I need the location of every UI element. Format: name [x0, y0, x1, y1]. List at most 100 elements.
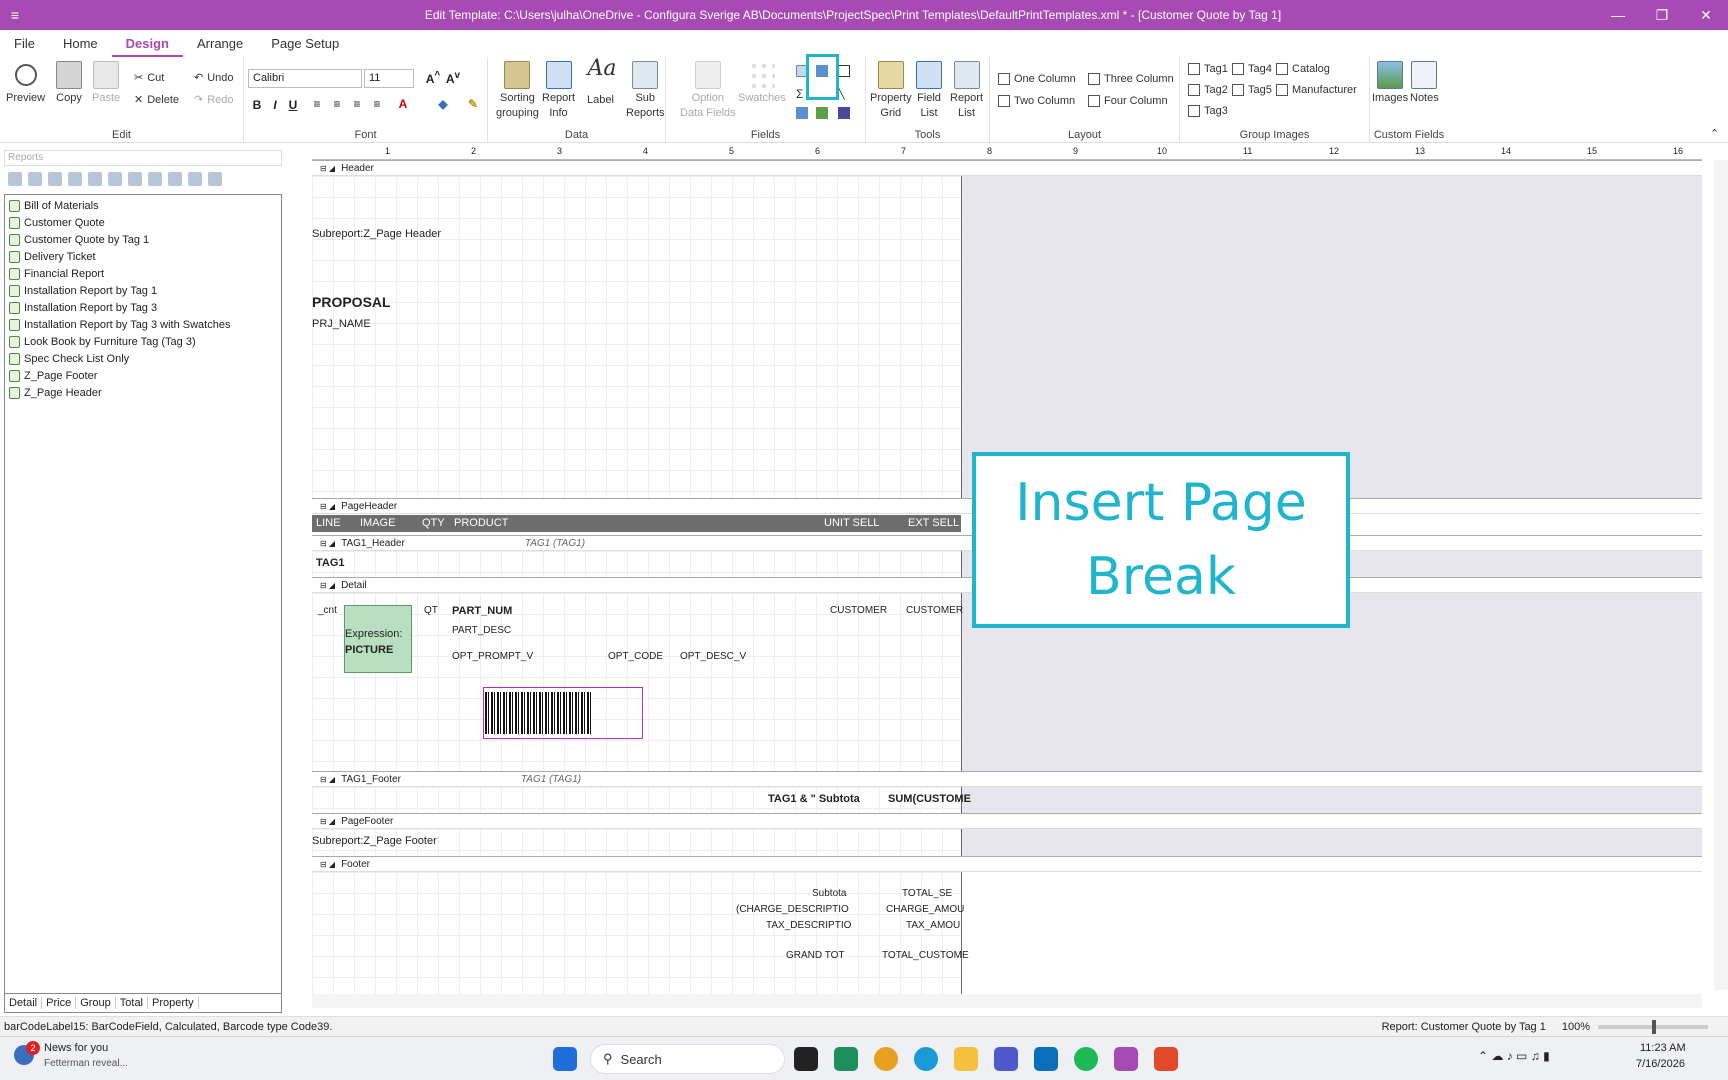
images-button[interactable]: Images: [1372, 61, 1408, 106]
subreport-page-footer[interactable]: Subreport:Z_Page Footer: [312, 835, 437, 847]
report-item[interactable]: Customer Quote: [5, 214, 281, 231]
outlook-icon[interactable]: [1034, 1047, 1058, 1071]
app-icon[interactable]: ≡: [0, 0, 30, 30]
move-down-icon[interactable]: [208, 172, 222, 186]
configura-icon[interactable]: [1114, 1047, 1138, 1071]
field-list-button[interactable]: Field List: [916, 61, 942, 121]
undo-button[interactable]: ↶ Undo: [194, 71, 234, 85]
report-item[interactable]: Installation Report by Tag 3 with Swatch…: [5, 316, 281, 333]
opt-code-field[interactable]: OPT_CODE: [608, 651, 663, 662]
tag1-button[interactable]: Tag1: [1188, 63, 1228, 75]
menu-home[interactable]: Home: [49, 30, 112, 57]
col-unit-sell[interactable]: UNIT SELL: [824, 517, 879, 529]
tag1-field[interactable]: TAG1: [316, 557, 345, 569]
property-grid-button[interactable]: Property Grid: [870, 61, 912, 121]
menu-arrange[interactable]: Arrange: [183, 30, 257, 57]
report-item[interactable]: Customer Quote by Tag 1: [5, 231, 281, 248]
total-se-field[interactable]: TOTAL_SE: [902, 888, 952, 899]
grow-font-icon[interactable]: A^: [424, 70, 442, 86]
grand-total-label[interactable]: GRAND TOT: [786, 950, 845, 961]
font-name-combo[interactable]: Calibri: [248, 69, 362, 88]
subtotal-field[interactable]: Subtota: [812, 888, 846, 899]
new-report-icon[interactable]: [8, 172, 22, 186]
manufacturer-button[interactable]: Manufacturer: [1276, 84, 1357, 96]
clock-time[interactable]: 11:23 AM: [1640, 1042, 1686, 1054]
gradient-icon[interactable]: [838, 107, 850, 119]
charge-desc-field[interactable]: (CHARGE_DESCRIPTIO: [736, 904, 849, 915]
band-page-footer[interactable]: ⊟ ◢ PageFooter: [312, 813, 1702, 829]
move-up-icon[interactable]: [188, 172, 202, 186]
justify-icon[interactable]: ≡: [368, 97, 386, 111]
report-item[interactable]: Spec Check List Only: [5, 350, 281, 367]
tab-price[interactable]: Price: [42, 997, 77, 1009]
proposal-label[interactable]: PROPOSAL: [312, 294, 391, 310]
tag1-footer-section[interactable]: TAG1 & " Subtota SUM(CUSTOME: [312, 787, 971, 813]
collapse-icon[interactable]: ⊟ ◢: [320, 817, 335, 826]
vertical-scrollbar[interactable]: [1714, 160, 1728, 990]
collapse-icon[interactable]: ⊟ ◢: [320, 164, 335, 173]
report-item[interactable]: Delivery Ticket: [5, 248, 281, 265]
sum-icon[interactable]: Σ: [796, 87, 803, 101]
two-column-button[interactable]: Two Column: [998, 95, 1075, 107]
align-center-icon[interactable]: ≡: [328, 97, 346, 111]
opt-prompt-field[interactable]: OPT_PROMPT_V: [452, 651, 533, 662]
underline-button[interactable]: U: [284, 98, 302, 112]
align-right-icon[interactable]: ≡: [348, 97, 366, 111]
restore-button[interactable]: ❐: [1640, 0, 1684, 30]
label-button[interactable]: Aa Label: [587, 58, 616, 108]
italic-button[interactable]: I: [266, 98, 284, 112]
rectangle-icon[interactable]: [838, 65, 850, 77]
report-info-button[interactable]: Report Info: [542, 61, 575, 121]
opt-desc-field[interactable]: OPT_DESC_V: [680, 651, 746, 662]
zoom-slider[interactable]: [1598, 1019, 1708, 1034]
col-product[interactable]: PRODUCT: [454, 517, 508, 529]
system-tray[interactable]: ⌃ ☁ ♪ ▭ ♫ ▮: [1478, 1049, 1550, 1063]
teams-icon[interactable]: [994, 1047, 1018, 1071]
barcode-image[interactable]: [485, 692, 591, 734]
report-item[interactable]: Bill of Materials: [5, 197, 281, 214]
font-size-combo[interactable]: 11: [364, 69, 414, 88]
report-item[interactable]: Z_Page Header: [5, 384, 281, 401]
snagit-icon[interactable]: [1154, 1047, 1178, 1071]
customer-ext-field[interactable]: CUSTOMER: [906, 605, 963, 616]
menu-page-setup[interactable]: Page Setup: [257, 30, 353, 57]
image-field-icon[interactable]: [816, 107, 828, 119]
tab-detail[interactable]: Detail: [5, 997, 43, 1009]
sorting-grouping-button[interactable]: Sorting grouping: [496, 61, 539, 121]
delete-icon[interactable]: [148, 172, 162, 186]
cut-icon[interactable]: [88, 172, 102, 186]
page-footer-section[interactable]: Subreport:Z_Page Footer: [312, 829, 962, 856]
news-title[interactable]: News for you: [44, 1042, 108, 1054]
file-explorer-icon[interactable]: [954, 1047, 978, 1071]
chrome-icon[interactable]: [874, 1047, 898, 1071]
collapse-icon[interactable]: ⊟ ◢: [320, 775, 335, 784]
col-qty[interactable]: QTY: [422, 517, 445, 529]
subreport-page-header[interactable]: Subreport:Z_Page Header: [312, 228, 441, 240]
report-item[interactable]: Financial Report: [5, 265, 281, 282]
format-painter-icon[interactable]: ✎: [464, 97, 482, 111]
sum-customer-field[interactable]: SUM(CUSTOME: [888, 793, 971, 805]
tax-desc-field[interactable]: TAX_DESCRIPTIO: [766, 920, 851, 931]
tag2-button[interactable]: Tag2: [1188, 84, 1228, 96]
cut-button[interactable]: ✂ Cut: [134, 71, 164, 85]
option-data-fields-button[interactable]: Option Data Fields: [680, 61, 736, 121]
bold-button[interactable]: B: [248, 98, 266, 112]
font-color-icon[interactable]: A: [394, 97, 412, 111]
notes-button[interactable]: Notes: [1410, 61, 1439, 106]
subtotal-label[interactable]: TAG1 & " Subtota: [768, 793, 860, 805]
add-report-icon[interactable]: [28, 172, 42, 186]
picture-expression[interactable]: Expression: PICTURE: [344, 605, 412, 673]
tab-group[interactable]: Group: [76, 997, 116, 1009]
clock-date[interactable]: 7/16/2026: [1636, 1058, 1685, 1070]
part-desc-field[interactable]: PART_DESC: [452, 625, 511, 636]
four-column-button[interactable]: Four Column: [1088, 95, 1168, 107]
collapse-icon[interactable]: ⊟ ◢: [320, 539, 335, 548]
tag5-button[interactable]: Tag5: [1232, 84, 1272, 96]
three-column-button[interactable]: Three Column: [1088, 73, 1174, 85]
report-item[interactable]: Installation Report by Tag 3: [5, 299, 281, 316]
tax-amount-field[interactable]: TAX_AMOU: [906, 920, 960, 931]
swatches-button[interactable]: Swatches: [738, 61, 786, 106]
report-item[interactable]: Z_Page Footer: [5, 367, 281, 384]
col-ext-sell[interactable]: EXT SELL: [908, 517, 959, 529]
report-item[interactable]: Look Book by Furniture Tag (Tag 3): [5, 333, 281, 350]
